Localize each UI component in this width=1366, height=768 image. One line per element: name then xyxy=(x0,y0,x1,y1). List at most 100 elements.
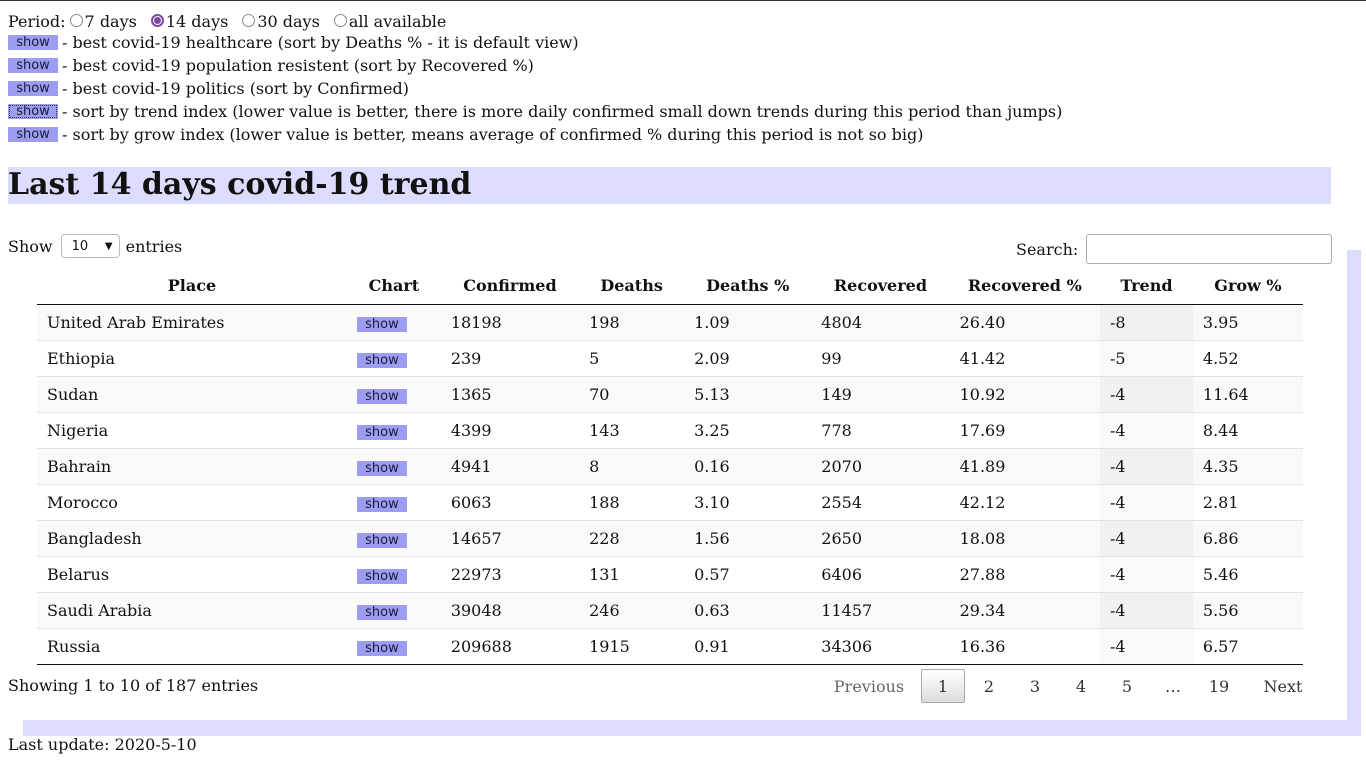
cell-recovered-pct: 18.08 xyxy=(949,520,1101,557)
cell-deaths-pct: 5.13 xyxy=(684,376,812,413)
sort-option-text: - sort by grow index (lower value is bet… xyxy=(62,124,924,144)
cell-trend: -4 xyxy=(1100,520,1193,557)
cell-chart: show xyxy=(346,412,441,449)
sort-option-text: - best covid-19 population resistent (so… xyxy=(62,55,534,75)
cell-grow-pct: 8.44 xyxy=(1192,412,1303,449)
radio-icon[interactable] xyxy=(69,13,83,27)
entries-per-page-select[interactable]: 10 ▼ xyxy=(60,234,120,258)
column-header-deaths-pct[interactable]: Deaths % xyxy=(684,266,812,305)
sort-option-trend: show - sort by trend index (lower value … xyxy=(8,102,1062,121)
cell-deaths-pct: 0.91 xyxy=(684,628,812,665)
table-body: United Arab Emirates show 18198 198 1.09 4804… xyxy=(37,304,1303,665)
cell-confirmed: 209688 xyxy=(440,628,580,665)
cell-trend: -8 xyxy=(1100,304,1193,341)
cell-recovered-pct: 26.40 xyxy=(949,304,1101,341)
cell-place: Ethiopia xyxy=(37,340,347,377)
cell-recovered: 99 xyxy=(811,340,950,377)
pagination-previous-button[interactable]: Previous xyxy=(818,669,920,703)
cell-recovered-pct: 41.42 xyxy=(949,340,1101,377)
period-option-30-days[interactable]: 30 days xyxy=(238,12,320,31)
cell-recovered-pct: 10.92 xyxy=(949,376,1101,413)
pagination-page-last[interactable]: 19 xyxy=(1196,669,1242,703)
cell-deaths: 70 xyxy=(579,376,685,413)
show-population-button[interactable]: show xyxy=(8,57,58,73)
pagination-page-1[interactable]: 1 xyxy=(921,669,965,703)
radio-checked-icon[interactable] xyxy=(150,13,164,27)
cell-recovered-pct: 41.89 xyxy=(949,448,1101,485)
cell-confirmed: 14657 xyxy=(440,520,580,557)
sort-option-population: show - best covid-19 population resisten… xyxy=(8,55,534,75)
cell-place: Belarus xyxy=(37,556,347,593)
period-option-7-days[interactable]: 7 days xyxy=(66,12,137,31)
radio-icon[interactable] xyxy=(333,13,347,27)
show-trend-button[interactable]: show xyxy=(8,103,58,119)
pagination-page-3[interactable]: 3 xyxy=(1012,669,1058,703)
chart-show-button[interactable]: show xyxy=(356,605,407,620)
cell-trend: -4 xyxy=(1100,556,1193,593)
cell-chart: show xyxy=(346,448,441,485)
column-header-deaths[interactable]: Deaths xyxy=(579,266,685,305)
cell-chart: show xyxy=(346,556,441,593)
cell-confirmed: 4941 xyxy=(440,448,580,485)
cell-grow-pct: 11.64 xyxy=(1192,376,1303,413)
show-politics-button[interactable]: show xyxy=(8,80,58,96)
show-grow-button[interactable]: show xyxy=(8,126,58,142)
sort-option-text: - best covid-19 healthcare (sort by Deat… xyxy=(62,32,579,52)
period-option-all-available[interactable]: all available xyxy=(330,12,446,31)
cell-chart: show xyxy=(346,484,441,521)
cell-chart: show xyxy=(346,340,441,377)
chart-show-button[interactable]: show xyxy=(356,533,407,548)
table-row: Morocco show 6063 188 3.10 2554 42.12 -4 2.81 xyxy=(37,484,1303,521)
chart-show-button[interactable]: show xyxy=(356,425,407,440)
cell-place: Sudan xyxy=(37,376,347,413)
chart-show-button[interactable]: show xyxy=(356,641,407,656)
column-header-recovered-pct[interactable]: Recovered % xyxy=(949,266,1101,305)
chart-show-button[interactable]: show xyxy=(356,353,407,368)
chart-show-button[interactable]: show xyxy=(356,461,407,476)
column-header-recovered[interactable]: Recovered xyxy=(811,266,950,305)
cell-chart: show xyxy=(346,628,441,665)
column-header-place[interactable]: Place xyxy=(37,266,347,305)
table-row: Belarus show 22973 131 0.57 6406 27.88 -4 5.46 xyxy=(37,556,1303,593)
period-option-14-days[interactable]: 14 days xyxy=(147,12,228,31)
sort-option-text: - best covid-19 politics (sort by Confir… xyxy=(62,78,409,98)
pagination-page-2[interactable]: 2 xyxy=(966,669,1012,703)
cell-trend: -4 xyxy=(1100,412,1193,449)
cell-recovered: 2554 xyxy=(811,484,950,521)
cell-deaths-pct: 0.63 xyxy=(684,592,812,629)
chart-show-button[interactable]: show xyxy=(356,317,407,332)
cell-recovered-pct: 42.12 xyxy=(949,484,1101,521)
pagination-next-button[interactable]: Next xyxy=(1242,669,1324,703)
cell-trend: -4 xyxy=(1100,592,1193,629)
cell-place: Bangladesh xyxy=(37,520,347,557)
cell-trend: -4 xyxy=(1100,376,1193,413)
column-header-trend[interactable]: Trend xyxy=(1100,266,1193,305)
period-option-label: 14 days xyxy=(165,11,229,31)
period-selector: Period: 7 days 14 days 30 days all avail… xyxy=(8,11,456,31)
show-healthcare-button[interactable]: show xyxy=(8,34,58,50)
radio-icon[interactable] xyxy=(242,13,256,27)
cell-deaths: 5 xyxy=(579,340,685,377)
cell-recovered: 11457 xyxy=(811,592,950,629)
search-input[interactable] xyxy=(1086,234,1333,264)
column-header-confirmed[interactable]: Confirmed xyxy=(440,266,580,305)
cell-grow-pct: 5.56 xyxy=(1192,592,1303,629)
pagination-page-5[interactable]: 5 xyxy=(1104,669,1150,703)
column-header-grow-pct[interactable]: Grow % xyxy=(1192,266,1303,305)
pagination-page-4[interactable]: 4 xyxy=(1058,669,1104,703)
column-header-chart: Chart xyxy=(346,266,441,305)
chart-show-button[interactable]: show xyxy=(356,569,407,584)
search-control: Search: xyxy=(1016,234,1333,264)
cell-grow-pct: 4.35 xyxy=(1192,448,1303,485)
cell-deaths-pct: 0.57 xyxy=(684,556,812,593)
cell-deaths: 228 xyxy=(579,520,685,557)
chart-show-button[interactable]: show xyxy=(356,389,407,404)
period-label: Period: xyxy=(8,11,66,31)
top-border xyxy=(0,0,1366,1)
cell-place: Saudi Arabia xyxy=(37,592,347,629)
table-row: Ethiopia show 239 5 2.09 99 41.42 -5 4.52 xyxy=(37,340,1303,377)
cell-grow-pct: 6.86 xyxy=(1192,520,1303,557)
table-row: Bahrain show 4941 8 0.16 2070 41.89 -4 4.35 xyxy=(37,448,1303,485)
chart-show-button[interactable]: show xyxy=(356,497,407,512)
cell-place: Bahrain xyxy=(37,448,347,485)
